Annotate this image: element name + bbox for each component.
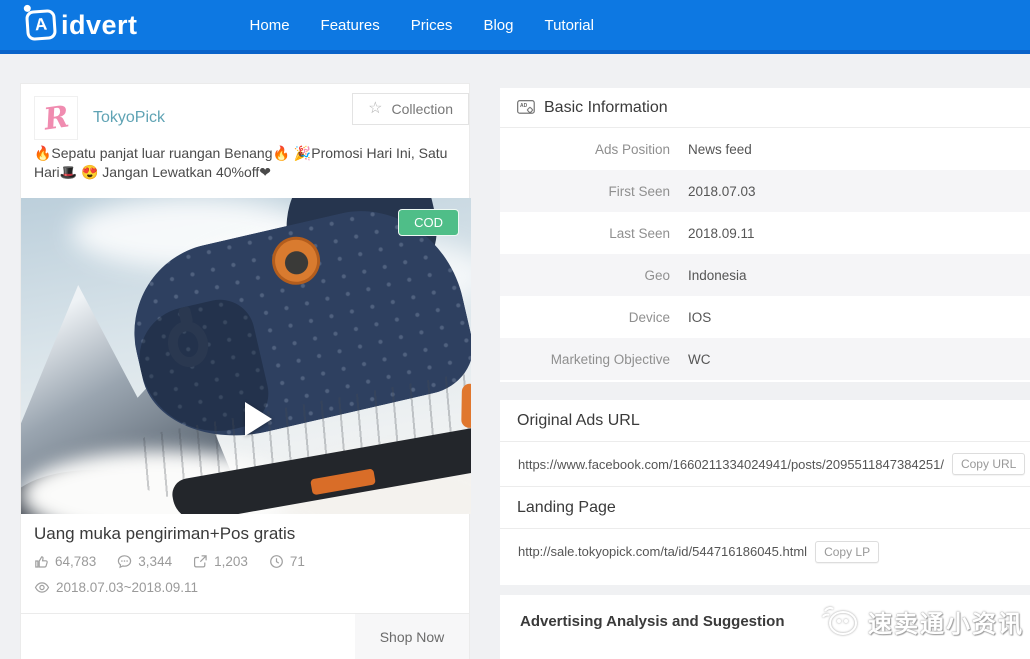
ad-stats-row: 64,783 3,344 1,203	[34, 554, 305, 569]
original-ads-url-header: Original Ads URL	[500, 400, 1030, 442]
cta-bar: Shop Now	[21, 614, 469, 659]
ad-preview-card: R TokyoPick ☆ Collection 🔥Sepatu panjat …	[20, 83, 470, 659]
shoe-illustration	[54, 198, 471, 514]
clock-icon	[269, 554, 284, 569]
copy-url-button[interactable]: Copy URL	[952, 453, 1025, 475]
star-icon: ☆	[368, 101, 382, 117]
original-ads-url-row: https://www.facebook.com/166021133402494…	[500, 442, 1030, 487]
play-icon[interactable]	[245, 402, 272, 436]
brand-name: idvert	[61, 10, 138, 41]
collection-button-label: Collection	[392, 101, 453, 117]
info-value: IOS	[688, 310, 711, 325]
shoe-orange-accent	[461, 384, 471, 429]
watermark: 速卖通小资讯	[818, 601, 1024, 641]
urls-section: Original Ads URL https://www.facebook.co…	[500, 400, 1030, 585]
info-label: Ads Position	[500, 142, 670, 157]
analysis-section: Advertising Analysis and Suggestion 速卖通小…	[500, 595, 1030, 659]
top-nav: A idvert Home Features Prices Blog Tutor…	[0, 0, 1030, 54]
basic-information-section: AD Basic Information Ads Position News f…	[500, 88, 1030, 382]
info-row-first-seen: First Seen 2018.07.03	[500, 170, 1030, 212]
info-label: Last Seen	[500, 226, 670, 241]
shop-now-button[interactable]: Shop Now	[355, 614, 469, 659]
cod-badge: COD	[398, 209, 459, 236]
nav-item-features[interactable]: Features	[321, 17, 380, 34]
info-label: Device	[500, 310, 670, 325]
ad-card-header: R TokyoPick ☆ Collection	[21, 84, 469, 152]
info-row-device: Device IOS	[500, 296, 1030, 338]
brand-logo-icon: A	[25, 9, 57, 41]
analysis-section-title: Advertising Analysis and Suggestion	[520, 613, 785, 630]
stat-comments: 3,344	[117, 554, 172, 569]
ad-date-range: 2018.07.03~2018.09.11	[56, 580, 198, 595]
nav-item-prices[interactable]: Prices	[411, 17, 453, 34]
brand-logo-letter: A	[34, 15, 48, 36]
info-row-last-seen: Last Seen 2018.09.11	[500, 212, 1030, 254]
advertiser-avatar[interactable]: R	[34, 96, 78, 140]
stat-shares-value: 1,203	[214, 554, 248, 569]
watermark-logo-icon	[818, 601, 862, 641]
info-row-ads-position: Ads Position News feed	[500, 128, 1030, 170]
copy-lp-button[interactable]: Copy LP	[815, 541, 879, 563]
collection-button[interactable]: ☆ Collection	[352, 93, 469, 125]
avatar-letter: R	[41, 99, 71, 137]
basic-information-title: Basic Information	[544, 99, 668, 117]
ad-headline: Uang muka pengiriman+Pos gratis	[34, 524, 295, 544]
info-value: 2018.09.11	[688, 226, 755, 241]
original-ads-url-link[interactable]: https://www.facebook.com/166021133402494…	[518, 457, 944, 472]
stat-likes-value: 64,783	[55, 554, 96, 569]
eye-icon	[34, 580, 50, 595]
info-label: Marketing Objective	[500, 352, 670, 367]
nav-item-home[interactable]: Home	[250, 17, 290, 34]
ad-video-thumbnail[interactable]: COD	[21, 198, 471, 514]
stat-shares: 1,203	[193, 554, 248, 569]
ad-card-icon-label: AD	[520, 103, 528, 109]
brand-logo[interactable]: A idvert	[26, 10, 138, 41]
nav-item-tutorial[interactable]: Tutorial	[544, 17, 593, 34]
info-label: First Seen	[500, 184, 670, 199]
info-row-marketing-objective: Marketing Objective WC	[500, 338, 1030, 380]
watermark-text: 速卖通小资讯	[868, 604, 1024, 639]
stat-comments-value: 3,344	[138, 554, 172, 569]
comment-icon	[117, 554, 132, 569]
info-value: Indonesia	[688, 268, 747, 283]
landing-page-row: http://sale.tokyopick.com/ta/id/54471618…	[500, 529, 1030, 574]
aidvert-ad-detail-page: A idvert Home Features Prices Blog Tutor…	[0, 0, 1030, 659]
info-value: 2018.07.03	[688, 184, 756, 199]
share-icon	[193, 554, 208, 569]
like-icon	[34, 554, 49, 569]
basic-information-header: AD Basic Information	[500, 88, 1030, 128]
nav-menu: Home Features Prices Blog Tutorial	[250, 17, 594, 34]
info-row-geo: Geo Indonesia	[500, 254, 1030, 296]
stat-likes: 64,783	[34, 554, 96, 569]
stat-duration: 71	[269, 554, 305, 569]
advertiser-name[interactable]: TokyoPick	[93, 109, 165, 127]
nav-item-blog[interactable]: Blog	[483, 17, 513, 34]
info-label: Geo	[500, 268, 670, 283]
landing-page-header: Landing Page	[500, 487, 1030, 529]
ad-copy-text: 🔥Sepatu panjat luar ruangan Benang🔥 🎉Pro…	[34, 144, 462, 182]
info-value: News feed	[688, 142, 752, 157]
info-value: WC	[688, 352, 711, 367]
stat-duration-value: 71	[290, 554, 305, 569]
ad-card-icon: AD	[517, 100, 536, 115]
ad-date-range-row: 2018.07.03~2018.09.11	[34, 580, 198, 595]
landing-page-link[interactable]: http://sale.tokyopick.com/ta/id/54471618…	[518, 544, 807, 559]
